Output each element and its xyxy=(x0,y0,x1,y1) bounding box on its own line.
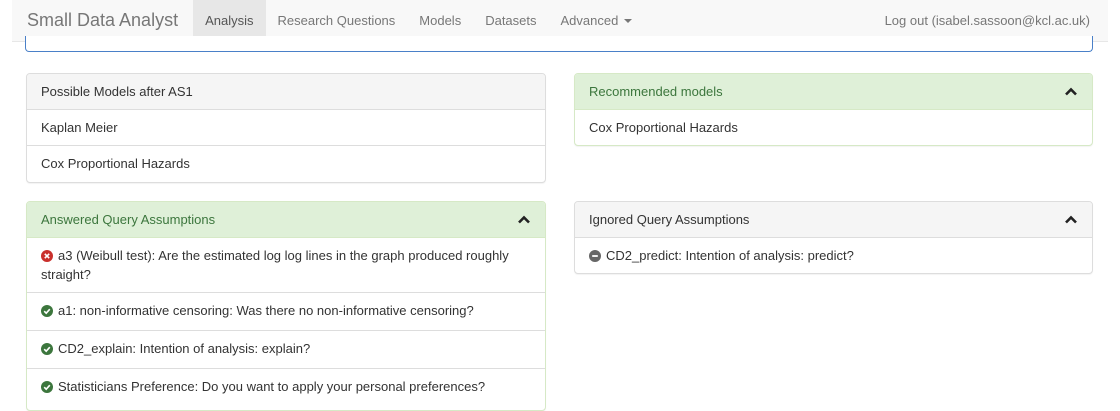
app-brand[interactable]: Small Data Analyst xyxy=(12,10,193,31)
list-item: Kaplan Meier xyxy=(27,110,545,146)
answered-assumptions-heading[interactable]: Answered Query Assumptions xyxy=(27,202,545,238)
nav-tab-advanced-label: Advanced xyxy=(560,13,619,28)
collapsed-panel-edge xyxy=(25,36,1093,52)
minus-circle-icon xyxy=(589,249,601,266)
chevron-up-icon[interactable] xyxy=(1064,85,1078,99)
list-item: CD2_predict: Intention of analysis: pred… xyxy=(575,238,1092,273)
assumption-text: CD2_predict: Intention of analysis: pred… xyxy=(606,248,854,263)
assumption-text: a1: non-informative censoring: Was there… xyxy=(58,303,474,318)
check-circle-icon xyxy=(41,380,53,397)
logout-link[interactable]: Log out (isabel.sassoon@kcl.ac.uk) xyxy=(885,13,1108,28)
chevron-up-icon[interactable] xyxy=(517,213,531,227)
times-circle-icon xyxy=(41,249,53,266)
recommended-models-heading[interactable]: Recommended models xyxy=(575,74,1092,110)
ignored-assumptions-heading[interactable]: Ignored Query Assumptions xyxy=(575,202,1092,238)
ignored-assumptions-panel: Ignored Query Assumptions CD2_predict: I… xyxy=(574,201,1093,274)
check-circle-icon xyxy=(41,342,53,359)
panel-title: Possible Models after AS1 xyxy=(41,84,193,99)
list-item: Statisticians Preference: Do you want to… xyxy=(27,369,545,406)
recommended-models-panel: Recommended models Cox Proportional Haza… xyxy=(574,73,1093,146)
list-item: CD2_explain: Intention of analysis: expl… xyxy=(27,331,545,369)
possible-models-panel: Possible Models after AS1 Kaplan Meier C… xyxy=(26,73,546,183)
list-item: Cox Proportional Hazards xyxy=(589,120,738,135)
assumption-text: CD2_explain: Intention of analysis: expl… xyxy=(58,341,311,356)
chevron-up-icon[interactable] xyxy=(1064,213,1078,227)
panel-title: Ignored Query Assumptions xyxy=(589,212,750,227)
list-item: Cox Proportional Hazards xyxy=(41,156,190,171)
list-item: a1: non-informative censoring: Was there… xyxy=(27,293,545,331)
answered-assumptions-panel: Answered Query Assumptions a3 (Weibull t… xyxy=(26,201,546,411)
panel-title: Answered Query Assumptions xyxy=(41,212,216,227)
panel-title: Recommended models xyxy=(589,84,723,99)
assumption-text: a3 (Weibull test): Are the estimated log… xyxy=(41,248,509,282)
check-circle-icon xyxy=(41,304,53,321)
assumption-text: Statisticians Preference: Do you want to… xyxy=(58,379,486,394)
list-item: a3 (Weibull test): Are the estimated log… xyxy=(27,238,545,293)
possible-models-heading: Possible Models after AS1 xyxy=(27,74,545,110)
caret-down-icon xyxy=(624,18,633,23)
